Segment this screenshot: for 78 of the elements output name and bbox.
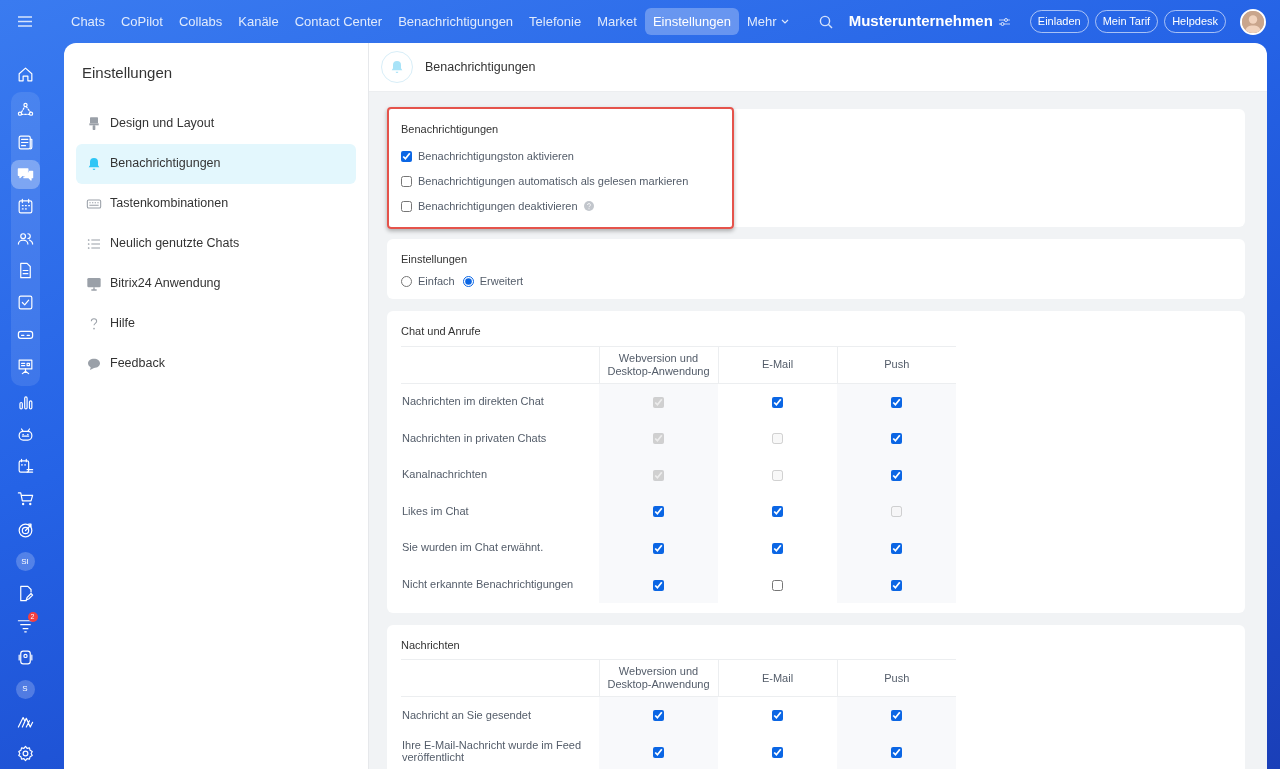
nav-tab[interactable]: Market <box>589 7 645 36</box>
column-header: Push <box>837 346 956 383</box>
user-avatar[interactable]: S <box>15 679 35 699</box>
radio-label: Erweitert <box>479 273 524 289</box>
section-title: Einstellungen <box>401 251 469 267</box>
nav-tab[interactable]: Telefonie <box>521 7 590 36</box>
nav-tab[interactable]: Kanäle <box>230 7 287 36</box>
nav-tab[interactable]: Contact Center <box>286 7 391 36</box>
nav-tab[interactable]: Benachrichtigungen <box>390 7 522 36</box>
row-label: Likes im Chat <box>401 492 599 530</box>
user-avatar[interactable]: SI <box>15 552 35 572</box>
menu-icon[interactable] <box>18 16 32 27</box>
sliders-icon[interactable] <box>998 16 1010 27</box>
sidebar-item[interactable]: Tastenkombinationen <box>76 183 356 224</box>
column-header: Push <box>837 659 956 697</box>
checkbox[interactable] <box>891 396 902 408</box>
section-title: Benachrichtigungen <box>401 122 500 137</box>
sidebar-item[interactable]: Design und Layout <box>76 103 356 144</box>
checkbox[interactable] <box>653 710 664 722</box>
nav-tab[interactable]: CoPilot <box>112 7 171 36</box>
checkbox[interactable] <box>401 175 412 187</box>
column-header: E-Mail <box>718 659 837 697</box>
radio-label: Einfach <box>418 273 455 289</box>
sidebar-title: Einstellungen <box>81 63 174 83</box>
checkbox[interactable] <box>401 200 412 212</box>
page-title: Benachrichtigungen <box>425 58 536 76</box>
checkbox[interactable] <box>653 543 664 554</box>
checkbox[interactable] <box>891 469 902 481</box>
caret-icon <box>780 19 789 24</box>
checkbox-label: Benachrichtigungston aktivieren <box>418 148 574 164</box>
monitor-icon <box>86 275 102 292</box>
column-header: E-Mail <box>718 346 837 383</box>
bell-icon <box>86 155 102 172</box>
column-header: Webversion und Desktop-Anwendung <box>599 659 718 697</box>
nav-tab[interactable]: Collabs <box>170 7 231 36</box>
checkbox[interactable] <box>772 579 783 591</box>
checkbox[interactable] <box>653 506 664 518</box>
checkbox[interactable] <box>891 579 902 591</box>
row-label: Nachrichten im direkten Chat <box>401 383 599 420</box>
settings-icon[interactable] <box>15 743 35 763</box>
checkbox-label: Benachrichtigungen deaktivieren <box>418 198 578 214</box>
sidebar-item[interactable]: Feedback <box>76 343 356 384</box>
row-label: Kanalnachrichten <box>401 456 599 493</box>
bell-icon <box>389 59 405 75</box>
checkbox[interactable] <box>772 746 783 758</box>
section-title: Chat und Anrufe <box>401 324 482 339</box>
radio-button[interactable] <box>462 275 474 287</box>
more-menu[interactable]: Mehr <box>738 7 797 36</box>
checkbox[interactable] <box>891 746 902 758</box>
column-header: Webversion und Desktop-Anwendung <box>599 346 718 383</box>
checkbox[interactable] <box>401 150 412 162</box>
checkbox[interactable] <box>653 579 664 591</box>
search-icon[interactable] <box>818 14 833 29</box>
nav-tab[interactable]: Chats <box>63 7 113 36</box>
brush-icon <box>86 115 102 132</box>
avatar[interactable] <box>1240 8 1266 35</box>
row-label: Nachrichten in privaten Chats <box>401 419 599 457</box>
sidebar-item[interactable]: Hilfe <box>76 303 356 344</box>
sidebar-item[interactable]: Benachrichtigungen <box>76 143 356 184</box>
checkbox[interactable] <box>772 710 783 722</box>
row-label: Nicht erkannte Benachrichtigungen <box>401 565 599 603</box>
checkbox[interactable] <box>653 746 664 758</box>
row-label: Sie wurden im Chat erwähnt. <box>401 529 599 566</box>
row-label: Nachricht an Sie gesendet <box>401 696 599 734</box>
section-title: Nachrichten <box>401 637 461 653</box>
row-label: Ihre E-Mail-Nachricht wurde im Feed veröffentlicht <box>401 733 599 769</box>
sidebar-item[interactable]: Bitrix24 Anwendung <box>76 263 356 304</box>
sidebar-item[interactable]: Neulich genutzte Chats <box>76 223 356 264</box>
company-name: Musterunternehmen <box>848 11 993 32</box>
checkbox-label: Benachrichtigungen automatisch als gelesen markieren <box>418 173 689 189</box>
radio-button[interactable] <box>401 275 412 287</box>
checkbox[interactable] <box>772 506 783 518</box>
checkbox[interactable] <box>891 433 902 445</box>
checkbox[interactable] <box>772 543 783 554</box>
checkbox[interactable] <box>891 543 902 554</box>
checkbox[interactable] <box>891 710 902 722</box>
checkbox[interactable] <box>772 396 783 408</box>
nav-tab[interactable]: Einstellungen <box>644 7 739 36</box>
